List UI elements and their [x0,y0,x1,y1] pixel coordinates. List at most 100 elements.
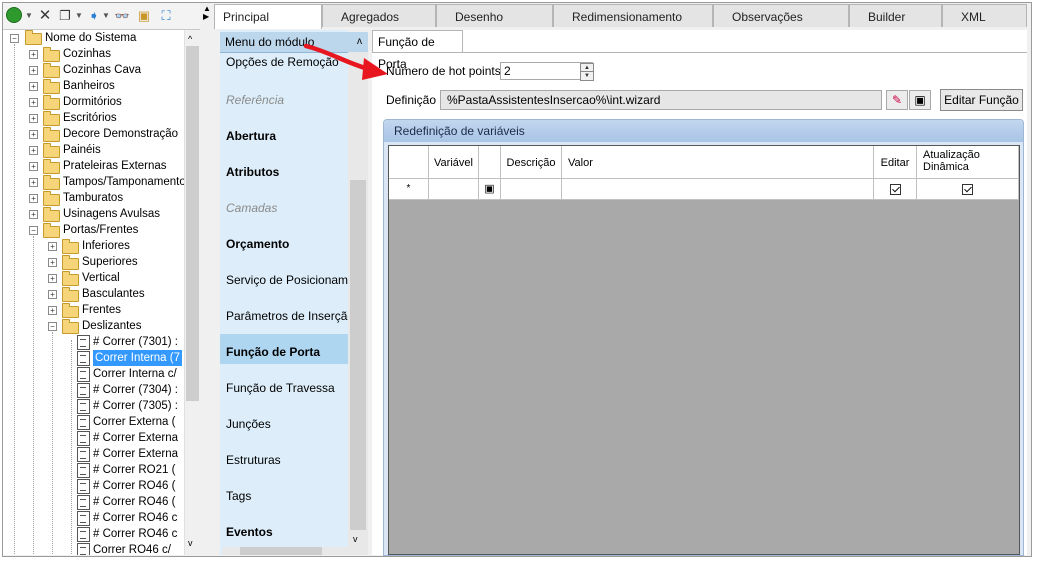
menu-scroll-thumb[interactable] [350,180,366,530]
menu-item[interactable]: Abertura [226,128,276,144]
tree-scroll-thumb[interactable] [186,46,199,401]
menu-item[interactable]: Eventos [226,524,273,540]
folder-icon [43,47,60,62]
atualizacao-checkbox[interactable] [917,179,1019,200]
expand-icon[interactable]: + [48,242,57,251]
folder-icon [43,95,60,110]
binoculars-icon[interactable]: 👓 [113,7,131,25]
menu-item[interactable]: Função de Travessa [226,380,335,396]
folder-icon [43,79,60,94]
move-down-icon[interactable]: ➧ [87,7,101,25]
tab-0[interactable]: Principal [214,4,322,29]
grid-cell-valor[interactable] [562,179,874,200]
refresh-folder-icon[interactable]: ▣ [135,7,153,25]
menu-hscrollbar[interactable] [222,547,348,555]
menu-item[interactable]: Tags [226,488,251,504]
tab-3[interactable]: Redimensionamento [553,4,713,27]
back-icon[interactable] [6,7,22,23]
grid-header-rowsel [389,146,429,179]
folder-icon [43,207,60,222]
expand-icon[interactable]: + [29,98,38,107]
tree-structure-icon[interactable]: ⛶ [157,7,175,25]
expand-icon[interactable]: + [48,258,57,267]
eraser-icon[interactable]: ✎ [886,90,908,110]
menu-item[interactable]: Orçamento [226,236,289,252]
copy-icon[interactable]: ❐ [57,7,73,25]
expand-icon[interactable]: + [29,146,38,155]
expand-icon[interactable]: + [29,50,38,59]
copy-dropdown-icon[interactable]: ▼ [75,7,83,25]
tree-scrollbar[interactable]: ^ v [184,30,201,555]
move-dropdown-icon[interactable]: ▼ [102,7,110,25]
tab-5[interactable]: Builder [849,4,942,27]
hotpoints-label: Número de hot points [386,64,501,78]
menu-item[interactable]: Estruturas [226,452,281,468]
binoculars-icon[interactable]: ▣ [909,90,931,110]
grid-header-editar[interactable]: Editar [874,146,917,179]
system-tree: − Nome do Sistema + Cozinhas + Cozinhas Cav… [3,30,184,555]
definicao-label: Definição [386,93,437,107]
tab-6[interactable]: XML [942,4,1027,27]
expand-icon[interactable]: + [29,210,38,219]
folder-icon [43,223,60,238]
variables-grid[interactable] [388,145,1020,555]
menu-item[interactable]: Camadas [226,200,277,216]
grid-header-descricao[interactable]: Descrição [501,146,562,179]
document-icon [77,399,90,414]
delete-icon[interactable]: ✕ [37,7,53,25]
expand-icon[interactable]: + [29,194,38,203]
folder-icon [43,63,60,78]
grid-header-atualizacao[interactable]: Atualização Dinâmica [917,146,1019,179]
menu-item[interactable]: Parâmetros de Inserção [226,308,354,324]
annotation-arrow [303,43,388,80]
edit-function-button[interactable]: Editar Função [940,89,1023,111]
tab-1[interactable]: Agregados [322,4,436,27]
folder-icon [62,287,79,302]
expand-icon[interactable]: + [29,130,38,139]
expand-icon[interactable]: + [29,82,38,91]
scroll-up-icon[interactable]: ^ [188,34,192,44]
grid-header-variavel[interactable]: Variável [429,146,479,179]
document-icon [77,351,90,366]
grid-cell-descricao[interactable] [501,179,562,200]
spin-down-icon[interactable]: ▼ [580,71,594,81]
expand-icon[interactable]: + [29,178,38,187]
document-icon [77,335,90,350]
folder-icon [43,127,60,142]
binoculars-icon[interactable]: ▣ [479,179,501,200]
menu-scrollbar[interactable]: v [348,52,368,555]
grid-new-row-marker: * [389,179,429,200]
document-icon [77,479,90,494]
collapse-icon[interactable]: − [29,226,38,235]
folder-icon [43,175,60,190]
expand-icon[interactable]: + [29,162,38,171]
expand-icon[interactable]: + [48,290,57,299]
menu-item[interactable]: Serviço de Posicionamen [226,272,361,288]
back-dropdown-icon[interactable]: ▼ [25,7,33,25]
scroll-down-icon[interactable]: v [353,534,358,544]
menu-item[interactable]: Referência [226,92,284,108]
tab-4[interactable]: Observações [713,4,849,27]
subtab-divider [372,52,1027,53]
editar-checkbox[interactable] [874,179,917,200]
scroll-down-icon[interactable]: v [188,538,193,548]
folder-icon [43,159,60,174]
expand-icon[interactable]: + [29,114,38,123]
document-icon [77,527,90,542]
grid-cell-variavel[interactable] [429,179,479,200]
expand-icon[interactable]: + [48,306,57,315]
expand-icon[interactable]: + [48,274,57,283]
menu-item[interactable]: Atributos [226,164,279,180]
menu-item[interactable]: Função de Porta [226,344,320,360]
tab-2[interactable]: Desenho [436,4,553,27]
collapse-icon[interactable]: − [48,322,57,331]
tree-toolbar: ▼ ✕ ❐ ▼ ➧ ▼ 👓 ▣ ⛶ [3,3,200,30]
expand-icon[interactable]: + [29,66,38,75]
folder-icon [62,319,79,334]
menu-item[interactable]: Junções [226,416,271,432]
document-icon [77,431,90,446]
grid-header-valor[interactable]: Valor [562,146,874,179]
grid-header-search [479,146,501,179]
menu-hscroll-thumb[interactable] [240,547,322,555]
definicao-field[interactable]: %PastaAssistentesInsercao%\int.wizard [440,90,882,110]
